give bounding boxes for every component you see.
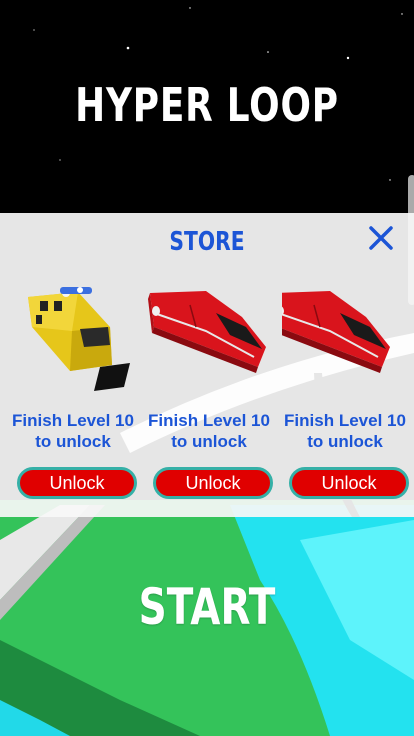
item-caption: Finish Level 10 to unlock bbox=[12, 411, 134, 451]
item-caption: Finish Level 10 to unlock bbox=[284, 411, 406, 451]
close-button[interactable] bbox=[366, 223, 396, 253]
yellow-train-icon bbox=[28, 287, 130, 391]
store-item-2: Finish Level 10 to unlock Unlock bbox=[140, 287, 278, 512]
store-item-3: Finish Level 10 to unlock Unlock bbox=[276, 287, 414, 512]
store-title: STORE bbox=[169, 227, 245, 257]
unlock-button-3[interactable]: Unlock bbox=[289, 467, 409, 499]
red-train-icon bbox=[148, 291, 266, 373]
start-button[interactable]: START bbox=[46, 578, 369, 636]
close-icon bbox=[369, 226, 393, 250]
unlock-button-1[interactable]: Unlock bbox=[17, 467, 137, 499]
red-train-icon bbox=[282, 291, 390, 373]
store-item-1: Finish Level 10 to unlock Unlock bbox=[4, 287, 142, 512]
store-panel: STORE Finish Level 10 to unlock Unlock F… bbox=[0, 213, 414, 517]
item-caption: Finish Level 10 to unlock bbox=[148, 411, 270, 451]
game-title: HYPER LOOP bbox=[75, 78, 339, 132]
unlock-button-2[interactable]: Unlock bbox=[153, 467, 273, 499]
